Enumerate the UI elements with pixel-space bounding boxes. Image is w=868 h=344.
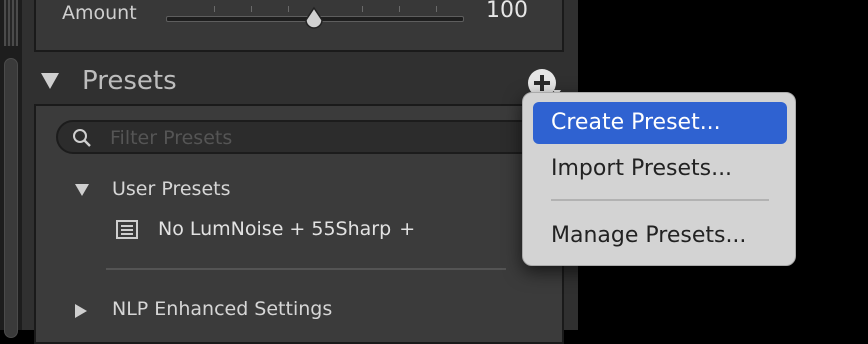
menu-item-create-preset[interactable]: Create Preset... (533, 102, 787, 144)
menu-item-manage-presets[interactable]: Manage Presets... (533, 215, 787, 257)
slider-tick (399, 6, 400, 12)
right-panel: Amount 100 Presets Filter Presets User P… (22, 0, 578, 344)
scrollbar-grip (4, 0, 18, 46)
slider-tick (288, 6, 289, 12)
presets-panel-header[interactable]: Presets (22, 60, 578, 104)
preset-item[interactable]: No LumNoise + 55Sharp + (116, 218, 536, 248)
preset-name: No LumNoise + 55Sharp + (158, 218, 415, 240)
panel-scrollbar[interactable] (0, 0, 22, 338)
amount-label: Amount (62, 2, 137, 24)
preset-group-label: User Presets (112, 178, 231, 200)
preset-group-user-presets[interactable]: User Presets (36, 176, 556, 206)
collapse-triangle-icon[interactable] (40, 72, 60, 90)
slider-tick (251, 6, 252, 12)
search-icon (73, 129, 91, 147)
slider-tick (362, 6, 363, 12)
slider-tick (214, 6, 215, 12)
filter-presets-input[interactable] (108, 125, 532, 151)
amount-slider-thumb[interactable] (302, 6, 326, 30)
list-divider (106, 268, 506, 270)
amount-value[interactable]: 100 (486, 0, 528, 23)
preset-list-icon (116, 220, 138, 239)
presets-list: User Presets No LumNoise + 55Sharp + NLP … (34, 104, 564, 344)
presets-title: Presets (82, 66, 177, 96)
slider-tick (436, 6, 437, 12)
amount-section: Amount 100 (34, 0, 564, 52)
preset-context-menu: Create Preset... Import Presets... Manag… (522, 92, 796, 266)
preset-group-label: NLP Enhanced Settings (112, 298, 333, 320)
preset-group-nlp-enhanced-settings[interactable]: NLP Enhanced Settings (36, 296, 556, 326)
scrollbar-thumb[interactable] (4, 58, 18, 338)
menu-item-import-presets[interactable]: Import Presets... (533, 148, 787, 190)
expanded-triangle-icon[interactable] (74, 183, 90, 197)
menu-separator (551, 199, 769, 201)
collapsed-triangle-icon[interactable] (74, 303, 88, 319)
filter-presets-field[interactable] (56, 120, 546, 154)
preset-modified-marker: + (399, 218, 416, 240)
preset-name-text: No LumNoise + 55Sharp (158, 218, 392, 240)
